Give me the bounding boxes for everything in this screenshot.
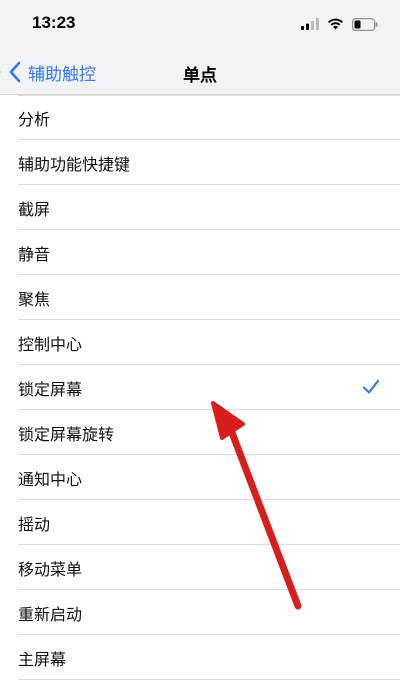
list-item-label: 通知中心 bbox=[18, 469, 83, 489]
list-item-label: 重新启动 bbox=[18, 604, 83, 624]
list-item[interactable]: 锁定屏幕旋转 bbox=[0, 410, 400, 455]
navigation-bar: 辅助触控 单点 bbox=[0, 50, 400, 95]
list-item[interactable]: 截屏 bbox=[0, 185, 400, 230]
page-title: 单点 bbox=[183, 66, 217, 86]
list-item-label: 主屏幕 bbox=[18, 649, 67, 669]
list-item[interactable]: 分析 bbox=[0, 95, 400, 140]
list-item-label: 控制中心 bbox=[18, 334, 83, 354]
list-item-label: 摇动 bbox=[18, 514, 51, 534]
list-item[interactable]: 摇动 bbox=[0, 500, 400, 545]
checkmark-icon bbox=[362, 379, 380, 394]
list-item-label: 辅助功能快捷键 bbox=[18, 154, 131, 174]
list-item-label: 移动菜单 bbox=[18, 559, 83, 579]
list-item-label: 锁定屏幕 bbox=[18, 379, 83, 399]
list-item[interactable]: 重新启动 bbox=[0, 590, 400, 635]
status-bar: 13:23 bbox=[0, 0, 400, 50]
list-item[interactable]: 通知中心 bbox=[0, 455, 400, 500]
list-item-label: 静音 bbox=[18, 244, 51, 264]
list-item[interactable]: 主屏幕 bbox=[0, 635, 400, 680]
list-item[interactable]: 静音 bbox=[0, 230, 400, 275]
list-item[interactable]: 控制中心 bbox=[0, 320, 400, 365]
list-item[interactable]: 聚焦 bbox=[0, 275, 400, 320]
list-item-label: 锁定屏幕旋转 bbox=[18, 424, 115, 444]
list-item[interactable]: 辅助功能快捷键 bbox=[0, 140, 400, 185]
cellular-signal-icon bbox=[301, 18, 319, 30]
battery-icon bbox=[352, 17, 378, 31]
list-item-label: 截屏 bbox=[18, 199, 51, 219]
list-item-label: 分析 bbox=[18, 109, 51, 129]
list-item[interactable]: 锁定屏幕 bbox=[0, 365, 400, 410]
status-icons bbox=[301, 16, 378, 32]
list-item[interactable]: 移动菜单 bbox=[0, 545, 400, 590]
wifi-icon bbox=[328, 18, 343, 30]
list-item-label: 聚焦 bbox=[18, 289, 51, 309]
action-list: ​ 分析辅助功能快捷键截屏静音聚焦控制中心锁定屏幕锁定屏幕旋转通知中心摇动移动菜… bbox=[0, 95, 400, 680]
status-time: 13:23 bbox=[32, 13, 76, 32]
